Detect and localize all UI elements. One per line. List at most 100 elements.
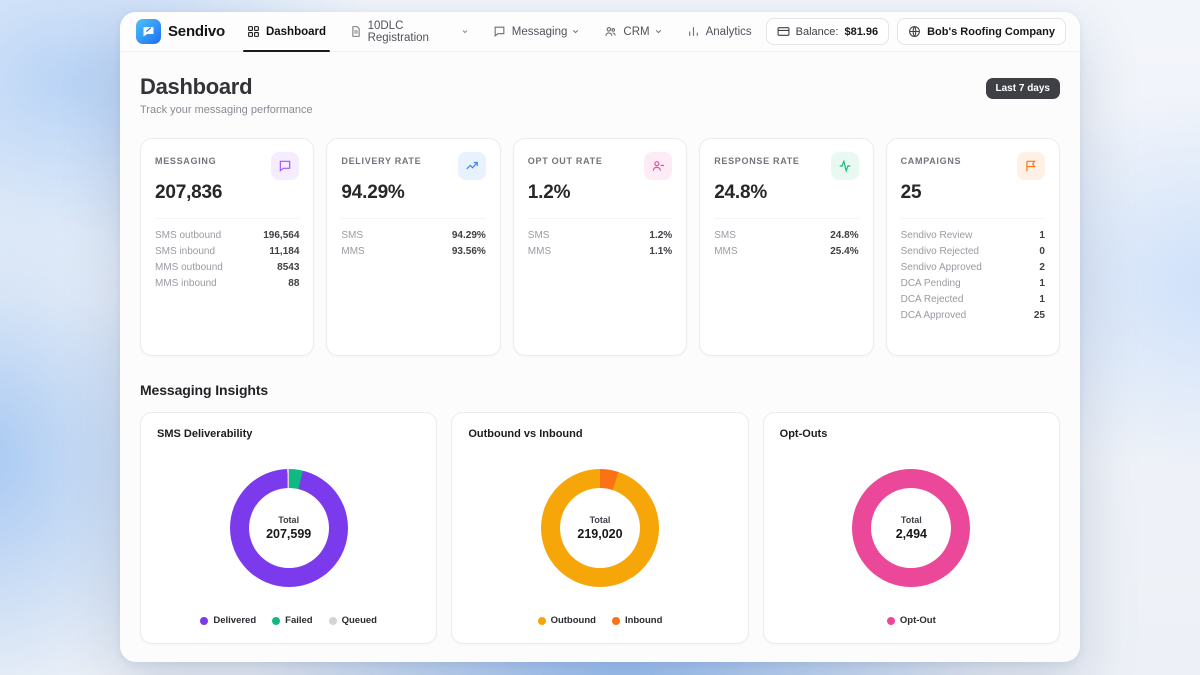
stat-breakdown-value: 1.2% — [649, 230, 672, 241]
nav-label: CRM — [623, 26, 649, 38]
stat-breakdown: SMS 24.8% MMS 25.4% — [714, 218, 858, 259]
date-range-badge[interactable]: Last 7 days — [986, 78, 1060, 99]
nav-item-crm[interactable]: CRM — [594, 12, 672, 51]
legend-item: Opt-Out — [887, 615, 936, 626]
chart-card-sms-deliverability: SMS Deliverability Total 207,599 Deliver… — [140, 412, 437, 644]
stat-breakdown-row: SMS inbound 11,184 — [155, 243, 299, 259]
chart-legend: Opt-Out — [780, 615, 1043, 628]
stat-breakdown-row: Sendivo Rejected0 — [901, 243, 1045, 259]
nav-label: Analytics — [706, 26, 752, 38]
stat-breakdown-value: 2 — [1039, 262, 1045, 273]
stat-label: MESSAGING — [155, 152, 216, 166]
stat-breakdown-row: MMS 25.4% — [714, 243, 858, 259]
chart-card-outbound-vs-inbound: Outbound vs Inbound Total 219,020 Outbou… — [451, 412, 748, 644]
stat-breakdown: SMS1.2%MMS1.1% — [528, 218, 672, 259]
page-title: Dashboard — [140, 74, 313, 100]
stat-breakdown-row: MMS 93.56% — [341, 243, 485, 259]
legend-dot-icon — [887, 617, 895, 625]
app-window: Sendivo Dashboard 10DLC Registration Mes… — [120, 12, 1080, 662]
stat-breakdown-value: 25.4% — [830, 246, 858, 257]
stat-breakdown-label: SMS — [714, 230, 736, 241]
stat-breakdown-value: 1 — [1039, 230, 1045, 241]
chat-bubble-icon — [493, 25, 506, 38]
stat-breakdown-label: Sendivo Review — [901, 230, 973, 241]
donut-chart: Total 2,494 — [852, 469, 970, 587]
nav-label: 10DLC Registration — [368, 20, 457, 44]
stat-card-campaigns: CAMPAIGNS 25 Sendivo Review 1 Sendivo Reje… — [886, 138, 1060, 356]
stat-breakdown-value: 93.56% — [452, 246, 486, 257]
stat-breakdown-label: DCA Rejected — [901, 294, 964, 305]
nav-item-messaging[interactable]: Messaging — [483, 12, 591, 51]
donut-chart: Total 207,599 — [230, 469, 348, 587]
stat-breakdown-label: MMS inbound — [155, 278, 217, 289]
stat-breakdown-value: 94.29% — [452, 230, 486, 241]
legend-item: Outbound — [538, 615, 596, 626]
brand[interactable]: Sendivo — [134, 12, 233, 51]
stat-breakdown-label: MMS outbound — [155, 262, 223, 273]
stat-breakdown-value: 1 — [1039, 294, 1045, 305]
company-chip[interactable]: Bob's Roofing Company — [897, 18, 1066, 45]
flag-icon — [1017, 152, 1045, 180]
page-header: Dashboard Track your messaging performan… — [140, 74, 1060, 116]
legend-dot-icon — [329, 617, 337, 625]
legend-item: Queued — [329, 615, 377, 626]
stat-breakdown-value: 11,184 — [269, 246, 299, 257]
chart-legend: Delivered Failed Queued — [157, 615, 420, 628]
chevron-down-icon — [461, 27, 469, 36]
stat-breakdown-value: 196,564 — [263, 230, 299, 241]
page-subtitle: Track your messaging performance — [140, 104, 313, 116]
nav-item-dashboard[interactable]: Dashboard — [237, 12, 336, 51]
stat-value: 24.8% — [714, 182, 858, 204]
stat-breakdown-value: 1 — [1039, 278, 1045, 289]
stat-breakdown-row: SMS outbound 196,564 — [155, 227, 299, 243]
nav-right: Balance: $81.96 Bob's Roofing Company — [766, 12, 1066, 51]
legend-item: Failed — [272, 615, 312, 626]
chart-card-opt-outs: Opt-Outs Total 2,494 Opt-Out — [763, 412, 1060, 644]
stat-breakdown-label: SMS inbound — [155, 246, 215, 257]
globe-icon — [908, 25, 921, 38]
section-title-messaging-insights: Messaging Insights — [140, 382, 1060, 398]
balance-chip[interactable]: Balance: $81.96 — [766, 18, 889, 45]
stat-card-delivery-rate: DELIVERY RATE 94.29% SMS94.29%MMS93.56% — [326, 138, 500, 356]
stat-breakdown-row: Sendivo Review 1 — [901, 227, 1045, 243]
balance-label: Balance: — [796, 26, 839, 38]
trend-up-icon — [458, 152, 486, 180]
stat-breakdown-label: MMS — [341, 246, 364, 257]
stat-breakdown-row: MMS outbound 8543 — [155, 259, 299, 275]
stat-breakdown-label: MMS — [714, 246, 737, 257]
sendivo-logo-icon — [136, 19, 161, 44]
stat-breakdown-value: 0 — [1039, 246, 1045, 257]
stat-value: 25 — [901, 182, 1045, 204]
legend-item: Inbound — [612, 615, 662, 626]
stat-card-response-rate: RESPONSE RATE 24.8% SMS 24.8% MMS 25.4% — [699, 138, 873, 356]
stat-breakdown-row: MMS inbound88 — [155, 275, 299, 291]
legend-item: Delivered — [200, 615, 256, 626]
bar-chart-icon — [687, 25, 700, 38]
stat-breakdown-value: 24.8% — [830, 230, 858, 241]
stat-breakdown-value: 8543 — [277, 262, 299, 273]
nav-item-analytics[interactable]: Analytics — [677, 12, 762, 51]
stat-breakdown-label: SMS outbound — [155, 230, 221, 241]
stat-breakdown-value: 1.1% — [649, 246, 672, 257]
stat-value: 94.29% — [341, 182, 485, 204]
nav-label: Messaging — [512, 26, 568, 38]
legend-label: Inbound — [625, 615, 662, 626]
stat-breakdown-row: DCA Pending 1 — [901, 275, 1045, 291]
stat-label: CAMPAIGNS — [901, 152, 962, 166]
stat-breakdown: SMS94.29%MMS93.56% — [341, 218, 485, 259]
stat-breakdown-label: SMS — [528, 230, 550, 241]
stat-label: RESPONSE RATE — [714, 152, 799, 166]
legend-dot-icon — [538, 617, 546, 625]
donut-center-value: 207,599 — [266, 527, 311, 541]
donut-center-label: Total — [278, 515, 299, 525]
stat-breakdown-label: DCA Pending — [901, 278, 961, 289]
nav-item-10dlc-registration[interactable]: 10DLC Registration — [340, 12, 479, 51]
donut-center-label: Total — [590, 515, 611, 525]
nav-label: Dashboard — [266, 26, 326, 38]
stat-label: OPT OUT RATE — [528, 152, 603, 166]
legend-dot-icon — [612, 617, 620, 625]
stat-label: DELIVERY RATE — [341, 152, 421, 166]
legend-dot-icon — [200, 617, 208, 625]
chart-title: Opt-Outs — [780, 428, 1043, 440]
stat-breakdown-row: SMS 1.2% — [528, 227, 672, 243]
